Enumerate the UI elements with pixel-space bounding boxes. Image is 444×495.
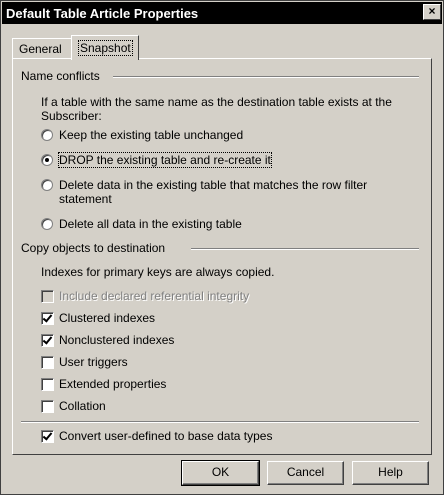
radio-delete-matching-label-line2[interactable]: statement [59, 192, 112, 206]
tab-snapshot[interactable]: Snapshot [71, 35, 139, 60]
checkbox-user-triggers-label[interactable]: User triggers [59, 355, 128, 369]
radio-drop-recreate-label[interactable]: DROP the existing table and re-create it [58, 152, 272, 168]
radio-delete-all-label[interactable]: Delete all data in the existing table [59, 217, 242, 231]
checkbox-user-triggers[interactable] [41, 356, 54, 369]
cancel-button[interactable]: Cancel [267, 461, 344, 485]
help-button[interactable]: Help [352, 461, 429, 485]
name-conflicts-divider [113, 76, 419, 78]
radio-delete-all[interactable] [41, 218, 53, 230]
radio-keep-existing[interactable] [41, 129, 53, 141]
title-bar: Default Table Article Properties × [2, 2, 442, 24]
checkbox-referential-integrity[interactable] [41, 290, 54, 303]
tab-general-label: General [19, 42, 62, 56]
checkbox-clustered-indexes[interactable] [41, 312, 54, 325]
copy-objects-heading: Copy objects to destination [21, 241, 172, 255]
checkbox-collation[interactable] [41, 400, 54, 413]
checkbox-extended-properties-label[interactable]: Extended properties [59, 377, 166, 391]
snapshot-panel: Name conflicts If a table with the same … [12, 58, 432, 455]
close-icon[interactable]: × [423, 4, 441, 20]
radio-keep-existing-label[interactable]: Keep the existing table unchanged [59, 128, 243, 142]
checkbox-nonclustered-indexes-label[interactable]: Nonclustered indexes [59, 333, 174, 347]
tab-general[interactable]: General [12, 38, 72, 58]
window-title: Default Table Article Properties [6, 6, 199, 21]
radio-delete-matching[interactable] [41, 179, 53, 191]
convert-divider [21, 421, 419, 423]
radio-drop-recreate[interactable] [41, 154, 53, 166]
copy-objects-description: Indexes for primary keys are always copi… [41, 265, 275, 279]
radio-delete-matching-label-line1[interactable]: Delete data in the existing table that m… [59, 178, 367, 192]
ok-button[interactable]: OK [181, 460, 260, 486]
checkbox-nonclustered-indexes[interactable] [41, 334, 54, 347]
checkbox-convert-types[interactable] [41, 430, 54, 443]
properties-dialog: Default Table Article Properties × Gener… [0, 0, 444, 495]
checkbox-collation-label[interactable]: Collation [59, 399, 106, 413]
checkbox-extended-properties[interactable] [41, 378, 54, 391]
copy-objects-divider [191, 248, 419, 250]
name-conflicts-description: If a table with the same name as the des… [41, 95, 392, 123]
tab-snapshot-label: Snapshot [78, 40, 133, 56]
name-conflicts-heading: Name conflicts [21, 69, 106, 83]
checkbox-convert-types-label[interactable]: Convert user-defined to base data types [59, 429, 272, 443]
checkbox-referential-integrity-label: Include declared referential integrity [59, 289, 250, 303]
checkbox-clustered-indexes-label[interactable]: Clustered indexes [59, 311, 155, 325]
